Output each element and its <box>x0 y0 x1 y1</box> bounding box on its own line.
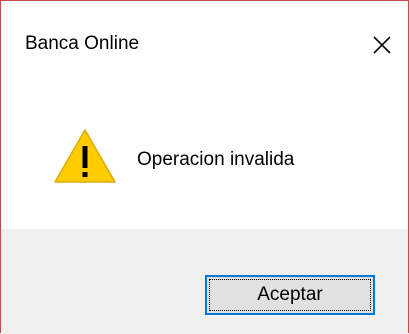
window-title: Banca Online <box>25 33 140 54</box>
warning-icon <box>54 129 116 183</box>
close-icon <box>373 36 391 54</box>
dialog-content: Operacion invalida <box>1 79 408 229</box>
message-dialog: Banca Online Operacion invalida Aceptar <box>0 0 409 334</box>
close-button[interactable] <box>356 23 408 69</box>
title-bar[interactable]: Banca Online <box>1 1 408 79</box>
dialog-message: Operacion invalida <box>137 149 295 170</box>
dialog-footer: Aceptar <box>1 229 408 334</box>
ok-button[interactable]: Aceptar <box>205 275 375 315</box>
